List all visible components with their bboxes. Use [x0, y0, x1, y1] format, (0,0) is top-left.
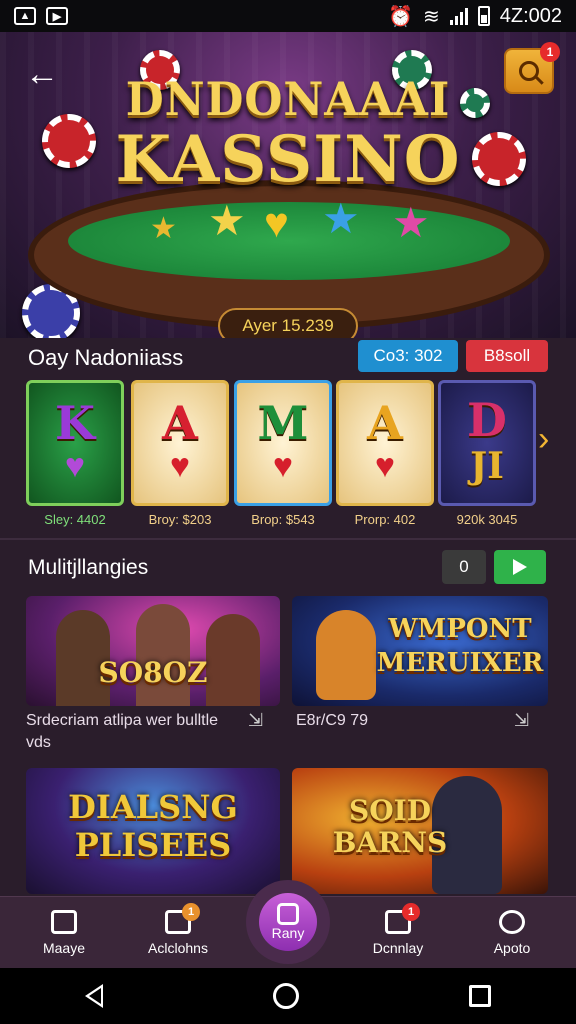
star-icon: ★ — [322, 195, 360, 242]
count-button[interactable]: 0 — [442, 550, 486, 584]
system-nav-bar — [0, 968, 576, 1024]
slot-card-k[interactable]: K ♥ — [26, 380, 124, 506]
mail-icon: 1 — [385, 903, 420, 934]
star-icon: ★ — [150, 212, 177, 245]
card-title: BARNS — [332, 826, 448, 859]
nav-badge: 1 — [182, 903, 200, 921]
dice-icon — [277, 903, 299, 925]
battery-icon — [477, 6, 490, 26]
nav-item-download[interactable]: 1 Dcnnlay — [348, 897, 448, 969]
card-title: DIALSNG — [68, 788, 238, 826]
heart-icon: ♥ — [64, 447, 86, 485]
nav-item-actions[interactable]: 1 Aclclohns — [128, 897, 228, 969]
search-button[interactable]: 1 — [504, 42, 560, 94]
slot-caption: Sley: 4402 — [44, 512, 106, 527]
heart-icon: ♥ — [264, 199, 289, 246]
card-caption: Srdecriam atlipa wer bulltle vds — [26, 712, 219, 751]
alarm-icon: ⏰ — [388, 5, 413, 28]
video-icon: ▶ — [46, 7, 68, 25]
card-title: PLISEES — [74, 826, 232, 864]
system-recents-icon[interactable] — [469, 985, 491, 1007]
fox-image — [316, 610, 376, 700]
title-line-1: DNDONAAAI — [125, 72, 451, 126]
hero-banner: ★ ★ ♥ ★ ★ DNDONAAAI KASSINO ← 1 Ayer 15.… — [0, 32, 576, 338]
bet-pill[interactable]: B8soll — [466, 340, 548, 372]
clock: 4Z:002 — [499, 4, 562, 27]
notification-badge: 1 — [540, 42, 560, 62]
slot-caption: Brop: $543 — [251, 512, 315, 527]
slot-card-d[interactable]: D JI — [438, 380, 536, 506]
wifi-icon: ≋ — [422, 5, 440, 28]
heart-icon: ♥ — [374, 447, 396, 485]
slot-caption: Prorp: 402 — [354, 512, 416, 527]
system-home-icon[interactable] — [273, 983, 299, 1009]
game-card-1[interactable]: SO8OZ — [26, 596, 280, 706]
home-icon — [51, 910, 77, 934]
card-caption: E8r/C9 79 — [296, 712, 369, 729]
share-icon[interactable]: ⇲ — [514, 710, 529, 731]
profile-icon — [499, 910, 525, 934]
nav-item-home[interactable]: Maaye — [14, 897, 114, 969]
share-icon[interactable]: ⇲ — [248, 710, 263, 731]
star-icon: ★ — [392, 199, 430, 246]
system-back-icon[interactable] — [85, 984, 103, 1008]
heart-icon: ♥ — [169, 447, 191, 485]
section-title: Oay Nadoniiass — [28, 345, 184, 370]
search-icon — [519, 61, 539, 81]
title-line-2: KASSINO — [115, 122, 461, 197]
card-title: SO8OZ — [98, 656, 208, 689]
star-icon: ★ — [208, 197, 246, 244]
slot-caption: 920k 3045 — [456, 512, 518, 527]
status-bar: ▲ ▶ ⏰ ≋ 4Z:002 — [0, 0, 576, 32]
coin-pill[interactable]: Co3: 302 — [358, 340, 458, 372]
nav-item-profile[interactable]: Apoto — [462, 897, 562, 969]
person-image — [136, 604, 190, 706]
slot-card-a[interactable]: A ♥ — [131, 380, 229, 506]
nav-item-play[interactable]: Rany — [246, 880, 330, 964]
card-title: WMPONT — [388, 614, 532, 644]
jackpot-counter: Ayer 15.239 — [218, 308, 358, 338]
slot-card-m[interactable]: M ♥ — [234, 380, 332, 506]
card-title: SOID — [349, 794, 431, 827]
section-title: Mulitjllangies — [28, 556, 149, 579]
signal-icon — [449, 7, 468, 25]
slot-caption: Broy: $203 — [148, 512, 212, 527]
photo-icon: ▲ — [14, 7, 36, 25]
game-card-3[interactable]: DIALSNG PLISEES — [26, 768, 280, 894]
slot-card-a2[interactable]: A ♥ — [336, 380, 434, 506]
back-button[interactable]: ← — [22, 54, 62, 94]
play-button[interactable] — [494, 550, 546, 584]
game-card-4[interactable]: SOID BARNS — [292, 768, 548, 894]
game-card-2[interactable]: WMPONT MERUIXER — [292, 596, 548, 706]
action-icon: 1 — [165, 903, 200, 934]
card-title: MERUIXER — [376, 648, 544, 678]
heart-icon: ♥ — [272, 447, 294, 485]
chevron-right-icon[interactable]: › — [538, 420, 549, 459]
nav-badge: 1 — [402, 903, 420, 921]
divider — [0, 538, 576, 540]
